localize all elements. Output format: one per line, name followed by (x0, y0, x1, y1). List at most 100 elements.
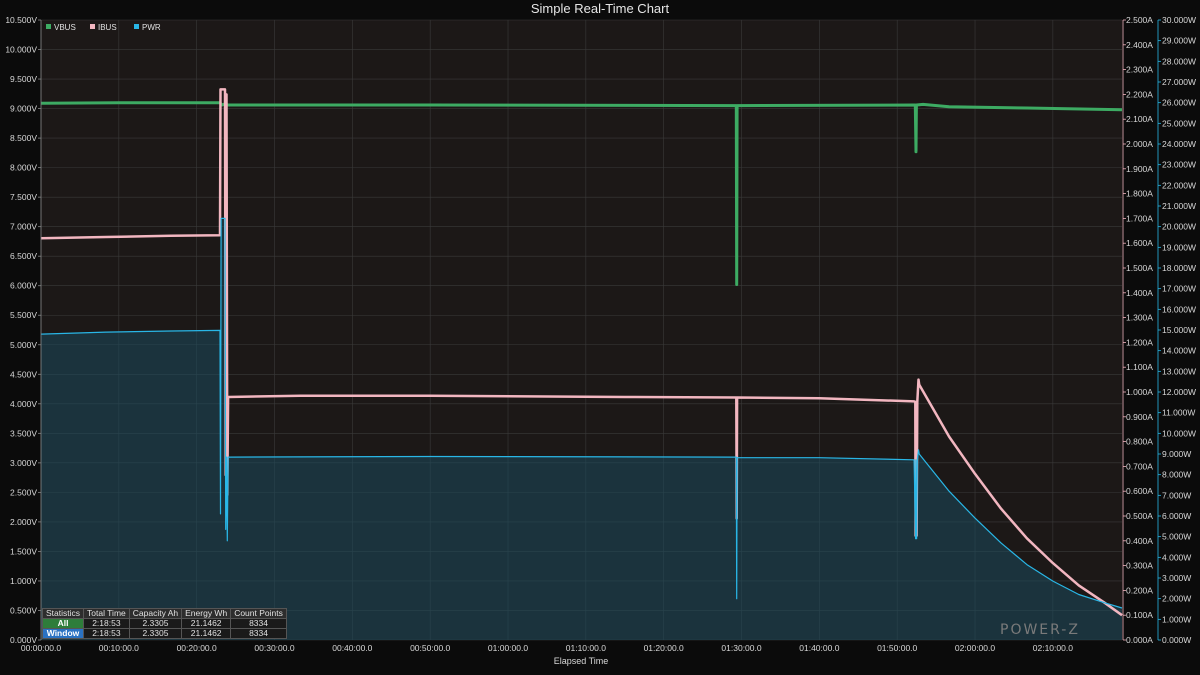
watt-tick-label: 7.000W (1162, 490, 1191, 500)
x-tick-label: 01:10:00.0 (566, 643, 606, 653)
left-tick-label: 1.500V (10, 546, 37, 556)
amp-tick-label: 2.000A (1126, 139, 1153, 149)
stat-row-label: All (41, 618, 85, 629)
left-tick-label: 10.000V (5, 45, 37, 55)
stat-count: 8334 (230, 618, 287, 629)
left-tick-label: 10.500V (5, 15, 37, 25)
left-tick-label: 0.000V (10, 635, 37, 645)
watt-tick-label: 15.000W (1162, 325, 1196, 335)
stat-header: Total Time (83, 608, 130, 619)
stat-capacity: 2.3305 (128, 628, 183, 639)
watt-tick-label: 22.000W (1162, 180, 1196, 190)
amp-tick-label: 0.900A (1126, 412, 1153, 422)
amp-tick-label: 2.400A (1126, 40, 1153, 50)
watt-tick-label: 9.000W (1162, 449, 1191, 459)
watt-tick-label: 8.000W (1162, 470, 1191, 480)
watt-tick-label: 29.000W (1162, 36, 1196, 46)
amp-tick-label: 0.100A (1126, 610, 1153, 620)
amp-tick-label: 1.800A (1126, 189, 1153, 199)
ibus-legend-swatch (90, 24, 95, 29)
watt-tick-label: 23.000W (1162, 160, 1196, 170)
left-tick-label: 2.000V (10, 517, 37, 527)
left-tick-label: 0.500V (10, 605, 37, 615)
stat-header: Count Points (230, 608, 287, 619)
x-tick-label: 02:00:00.0 (955, 643, 995, 653)
watt-tick-label: 14.000W (1162, 346, 1196, 356)
left-tick-label: 3.000V (10, 458, 37, 468)
ibus-legend-label: IBUS (98, 23, 117, 32)
statistics-table: Statistics Total Time Capacity Ah Energy… (41, 608, 287, 639)
stat-total-time: 2:18:53 (83, 628, 130, 639)
left-tick-label: 3.500V (10, 428, 37, 438)
pwr-legend-swatch (134, 24, 139, 29)
x-tick-label: 01:20:00.0 (644, 643, 684, 653)
x-tick-label: 01:30:00.0 (721, 643, 761, 653)
watt-tick-label: 30.000W (1162, 15, 1196, 25)
watt-tick-label: 12.000W (1162, 387, 1196, 397)
watt-tick-label: 20.000W (1162, 222, 1196, 232)
chart: Simple Real-Time Chart 00:00:00.0 00:10:0… (5, 1, 1196, 666)
amp-tick-label: 2.200A (1126, 89, 1153, 99)
left-tick-label: 1.000V (10, 576, 37, 586)
watt-tick-label: 4.000W (1162, 552, 1191, 562)
left-tick-label: 9.000V (10, 104, 37, 114)
amp-tick-label: 0.300A (1126, 561, 1153, 571)
amp-tick-label: 2.500A (1126, 15, 1153, 25)
amp-tick-label: 0.200A (1126, 585, 1153, 595)
watt-tick-label: 3.000W (1162, 573, 1191, 583)
amp-tick-label: 1.300A (1126, 313, 1153, 323)
amp-tick-label: 1.000A (1126, 387, 1153, 397)
watt-tick-label: 6.000W (1162, 511, 1191, 521)
stat-energy: 21.1462 (181, 628, 232, 639)
amp-tick-label: 2.100A (1126, 114, 1153, 124)
watt-tick-label: 16.000W (1162, 304, 1196, 314)
statistics-row-window: Window 2:18:53 2.3305 21.1462 8334 (41, 628, 287, 639)
left-tick-label: 6.500V (10, 251, 37, 261)
legend: VBUS IBUS PWR (46, 23, 161, 32)
watt-tick-label: 18.000W (1162, 263, 1196, 273)
amp-tick-label: 0.000A (1126, 635, 1153, 645)
amp-tick-label: 0.700A (1126, 461, 1153, 471)
x-tick-label: 00:50:00.0 (410, 643, 450, 653)
watt-tick-label: 0.000W (1162, 635, 1191, 645)
amp-tick-label: 1.500A (1126, 263, 1153, 273)
left-tick-label: 4.500V (10, 369, 37, 379)
left-tick-label: 4.000V (10, 399, 37, 409)
watt-tick-label: 26.000W (1162, 98, 1196, 108)
watt-tick-label: 25.000W (1162, 118, 1196, 128)
watt-tick-label: 2.000W (1162, 594, 1191, 604)
stat-total-time: 2:18:53 (83, 618, 130, 629)
watt-tick-label: 17.000W (1162, 284, 1196, 294)
amp-tick-label: 0.500A (1126, 511, 1153, 521)
watt-tick-label: 1.000W (1162, 614, 1191, 624)
amp-tick-label: 1.400A (1126, 288, 1153, 298)
amp-tick-label: 1.900A (1126, 164, 1153, 174)
left-tick-label: 2.500V (10, 487, 37, 497)
stat-header: Statistics (41, 608, 85, 619)
x-tick-label: 01:00:00.0 (488, 643, 528, 653)
watt-tick-label: 5.000W (1162, 532, 1191, 542)
power-z-logo: POWER-Z (1000, 622, 1080, 638)
stat-header: Capacity Ah (128, 608, 183, 619)
stat-row-label: Window (41, 628, 85, 639)
left-tick-label: 6.000V (10, 281, 37, 291)
amp-tick-label: 1.700A (1126, 213, 1153, 223)
amp-tick-label: 1.200A (1126, 337, 1153, 347)
stat-energy: 21.1462 (181, 618, 232, 629)
stat-count: 8334 (230, 628, 287, 639)
left-tick-label: 9.500V (10, 74, 37, 84)
x-tick-label: 01:40:00.0 (799, 643, 839, 653)
pwr-legend-label: PWR (142, 23, 161, 32)
statistics-header-row: Statistics Total Time Capacity Ah Energy… (41, 608, 287, 619)
left-tick-label: 8.500V (10, 133, 37, 143)
stat-capacity: 2.3305 (128, 618, 183, 629)
x-tick-label: 00:30:00.0 (254, 643, 294, 653)
watt-tick-label: 13.000W (1162, 366, 1196, 376)
left-tick-label: 5.500V (10, 310, 37, 320)
watt-tick-label: 10.000W (1162, 428, 1196, 438)
left-tick-label: 7.500V (10, 192, 37, 202)
x-axis-title: Elapsed Time (554, 656, 609, 666)
x-tick-label: 00:20:00.0 (177, 643, 217, 653)
x-tick-label: 01:50:00.0 (877, 643, 917, 653)
amp-tick-label: 0.600A (1126, 486, 1153, 496)
